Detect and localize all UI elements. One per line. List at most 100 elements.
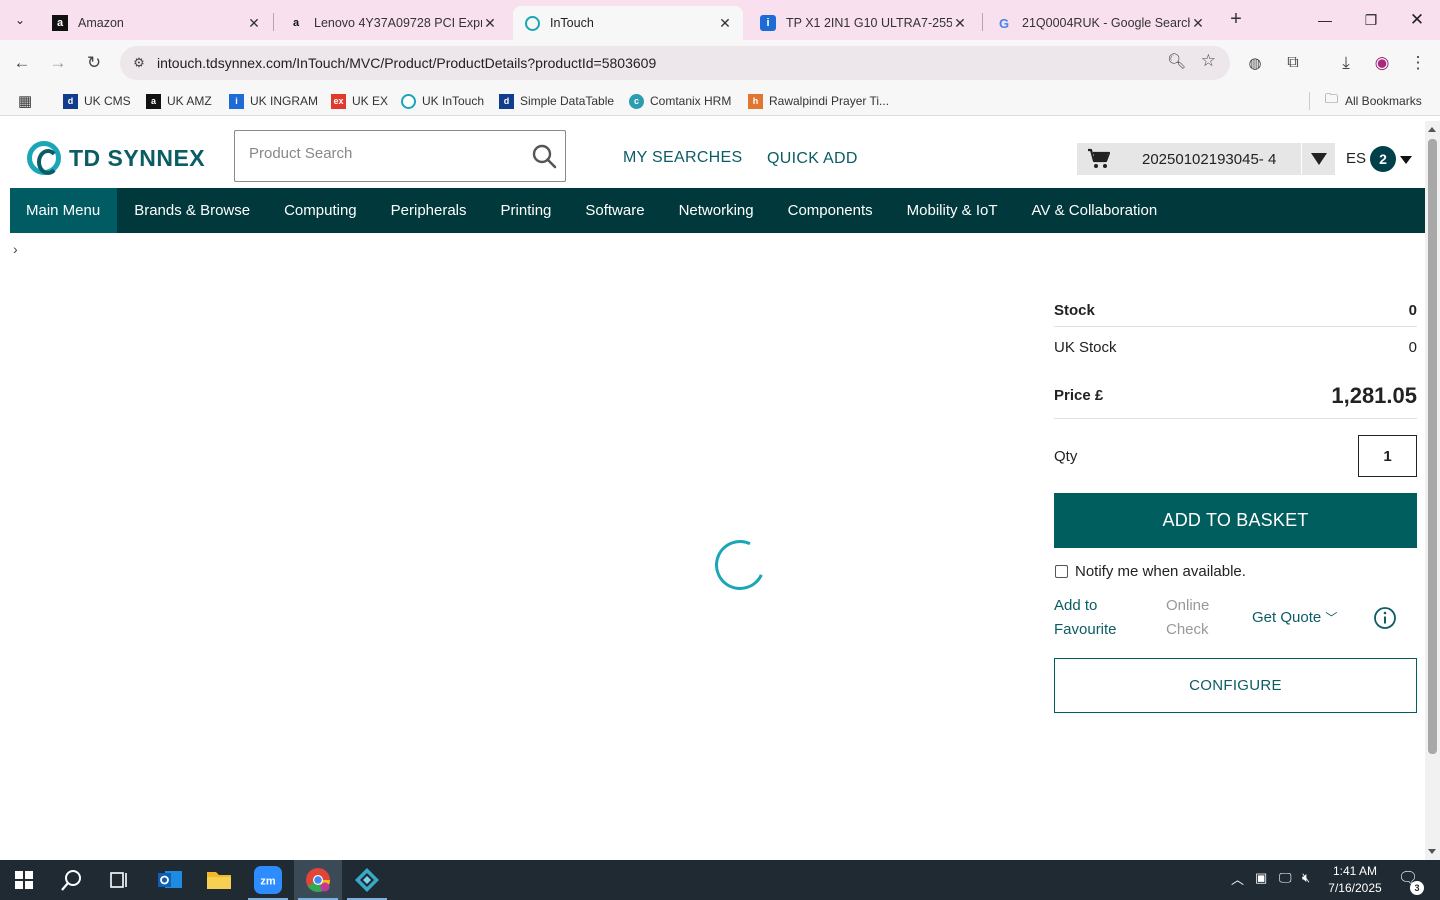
new-tab-icon[interactable]: + [1224, 8, 1248, 32]
configure-button[interactable]: CONFIGURE [1054, 658, 1417, 713]
back-icon[interactable]: ← [7, 48, 37, 78]
info-icon[interactable] [1373, 606, 1397, 630]
network-icon[interactable]: 🖵︎ [1279, 870, 1292, 886]
zoom-app-icon[interactable]: zm [244, 860, 292, 900]
breadcrumb-chevron-icon[interactable]: › [13, 241, 18, 257]
tab-google-search[interactable]: G 21Q0004RUK - Google Search ✕ [984, 6, 1216, 40]
add-to-basket-button[interactable]: ADD TO BASKET [1054, 493, 1417, 548]
product-search-input[interactable] [249, 145, 519, 162]
add-to-favourite-link[interactable]: Add to Favourite [1054, 594, 1134, 642]
bookmark-simple-datatable[interactable]: d Simple DataTable [499, 92, 614, 110]
nav-av-collaboration[interactable]: AV & Collaboration [1015, 188, 1175, 233]
bookmark-label: UK CMS [84, 94, 131, 108]
browser-toolbar: ← → ↻ ⚙ intouch.tdsynnex.com/InTouch/MVC… [0, 40, 1440, 86]
nav-computing[interactable]: Computing [267, 188, 374, 233]
restore-icon[interactable]: ❐ [1348, 0, 1394, 40]
bookmark-rawalpindi-prayer[interactable]: h Rawalpindi Prayer Ti... [748, 92, 889, 110]
nav-printing[interactable]: Printing [484, 188, 569, 233]
scrollbar-thumb[interactable] [1428, 139, 1437, 754]
my-searches-link[interactable]: MY SEARCHES [623, 149, 742, 167]
language-selector[interactable]: ES [1346, 150, 1366, 167]
tab-title: TP X1 2IN1 G10 ULTRA7-255U [786, 16, 952, 30]
outlook-icon[interactable] [146, 860, 194, 900]
zoom-icon[interactable]: 🔍︎ [1167, 52, 1186, 70]
nav-brands-browse[interactable]: Brands & Browse [117, 188, 267, 233]
bookmark-uk-ex[interactable]: ex UK EX [331, 92, 388, 110]
all-bookmarks-label: All Bookmarks [1345, 94, 1422, 108]
bookmarks-bar: ▦ d UK CMS a UK AMZ i UK INGRAM ex UK EX UK … [0, 86, 1440, 116]
bookmark-favicon-icon: a [146, 93, 161, 109]
tab-lenovo[interactable]: a Lenovo 4Y37A09728 PCI Expre ✕ [276, 6, 508, 40]
bookmark-comtanix-hrm[interactable]: c Comtanix HRM [629, 92, 731, 110]
basket-dropdown-icon[interactable] [1301, 143, 1335, 175]
nav-peripherals[interactable]: Peripherals [374, 188, 484, 233]
bookmark-uk-cms[interactable]: d UK CMS [63, 92, 131, 110]
minimize-icon[interactable]: — [1302, 0, 1348, 40]
taskbar-search-icon[interactable] [48, 860, 96, 900]
close-tab-icon[interactable]: ✕ [1190, 15, 1206, 32]
nav-software[interactable]: Software [568, 188, 661, 233]
account-dropdown-icon[interactable] [1400, 156, 1412, 164]
quick-add-link[interactable]: QUICK ADD [767, 150, 858, 168]
tab-tp-x1[interactable]: i TP X1 2IN1 G10 ULTRA7-255U ✕ [748, 6, 978, 40]
purchase-panel: Stock 0 UK Stock 0 Price £ 1,281.05 Qty … [1054, 294, 1417, 713]
nav-main-menu[interactable]: Main Menu [10, 188, 118, 233]
apps-grid-icon[interactable]: ▦ [18, 92, 32, 110]
folder-icon: 🗀 [1325, 91, 1339, 106]
reload-icon[interactable]: ↻ [79, 48, 109, 78]
price-value: 1,281.05 [1331, 382, 1417, 408]
translate-icon[interactable]: ◍ [1240, 48, 1270, 78]
tab-amazon[interactable]: a Amazon ✕ [40, 6, 272, 40]
bookmark-uk-intouch[interactable]: UK InTouch [401, 92, 484, 110]
extensions-icon[interactable]: ⧉ [1278, 48, 1308, 78]
user-badge[interactable]: 2 [1370, 146, 1396, 172]
forward-icon[interactable]: → [43, 48, 73, 78]
network-alert-icon[interactable]: ▣ [1255, 870, 1267, 886]
basket-selector[interactable]: 20250102193045- 4 [1077, 143, 1335, 175]
td-synnex-logo[interactable]: TD SYNNEX [27, 141, 205, 175]
profile-avatar-icon[interactable]: ◉ [1367, 48, 1397, 78]
close-tab-icon[interactable]: ✕ [952, 15, 968, 32]
bookmark-star-icon[interactable]: ☆ [1201, 51, 1216, 71]
show-hidden-icons-icon[interactable]: ︿ [1231, 869, 1244, 888]
menu-kebab-icon[interactable]: ⋮ [1403, 48, 1433, 78]
notify-me-option[interactable]: Notify me when available. [1054, 548, 1417, 594]
uk-stock-label: UK Stock [1054, 339, 1117, 356]
bookmark-label: UK InTouch [422, 94, 485, 108]
scroll-up-icon[interactable] [1428, 127, 1436, 132]
notify-checkbox[interactable] [1055, 564, 1068, 578]
address-bar[interactable]: ⚙ intouch.tdsynnex.com/InTouch/MVC/Produ… [120, 46, 1230, 80]
tab-intouch[interactable]: InTouch ✕ [513, 6, 743, 40]
close-tab-icon[interactable]: ✕ [717, 15, 733, 32]
remote-app-icon[interactable] [343, 860, 391, 900]
close-tab-icon[interactable]: ✕ [482, 15, 498, 32]
task-view-icon[interactable] [96, 860, 144, 900]
tab-search-dropdown-icon[interactable]: ⌄ [6, 6, 34, 34]
page-scrollbar[interactable] [1425, 121, 1440, 860]
system-clock[interactable]: 1:41 AM 7/16/2025 [1322, 863, 1388, 897]
windows-start-icon[interactable] [0, 860, 48, 900]
uk-stock-value: 0 [1408, 339, 1417, 356]
bookmark-uk-ingram[interactable]: i UK INGRAM [229, 92, 318, 110]
bookmark-favicon-icon: c [629, 93, 644, 109]
volume-muted-icon[interactable]: 🔇︎ [1302, 870, 1310, 886]
search-icon[interactable] [531, 143, 557, 169]
online-check-link[interactable]: Online Check [1166, 594, 1226, 642]
nav-components[interactable]: Components [771, 188, 890, 233]
chrome-icon[interactable] [294, 860, 342, 900]
qty-input[interactable] [1358, 435, 1417, 477]
site-settings-icon[interactable]: ⚙ [128, 52, 150, 74]
url-text[interactable]: intouch.tdsynnex.com/InTouch/MVC/Product… [157, 55, 656, 71]
get-quote-dropdown[interactable]: Get Quote ﹀ [1252, 606, 1337, 630]
file-explorer-icon[interactable] [195, 860, 243, 900]
download-icon[interactable]: ⤓ [1331, 48, 1361, 78]
all-bookmarks-button[interactable]: 🗀 All Bookmarks [1325, 91, 1422, 110]
nav-mobility-iot[interactable]: Mobility & IoT [890, 188, 1015, 233]
scroll-down-icon[interactable] [1428, 849, 1436, 854]
bookmark-label: Comtanix HRM [650, 94, 732, 108]
close-tab-icon[interactable]: ✕ [246, 15, 262, 32]
nav-networking[interactable]: Networking [662, 188, 771, 233]
bookmark-uk-amz[interactable]: a UK AMZ [146, 92, 212, 110]
close-window-icon[interactable]: ✕ [1394, 0, 1440, 40]
price-label: Price £ [1054, 387, 1104, 404]
